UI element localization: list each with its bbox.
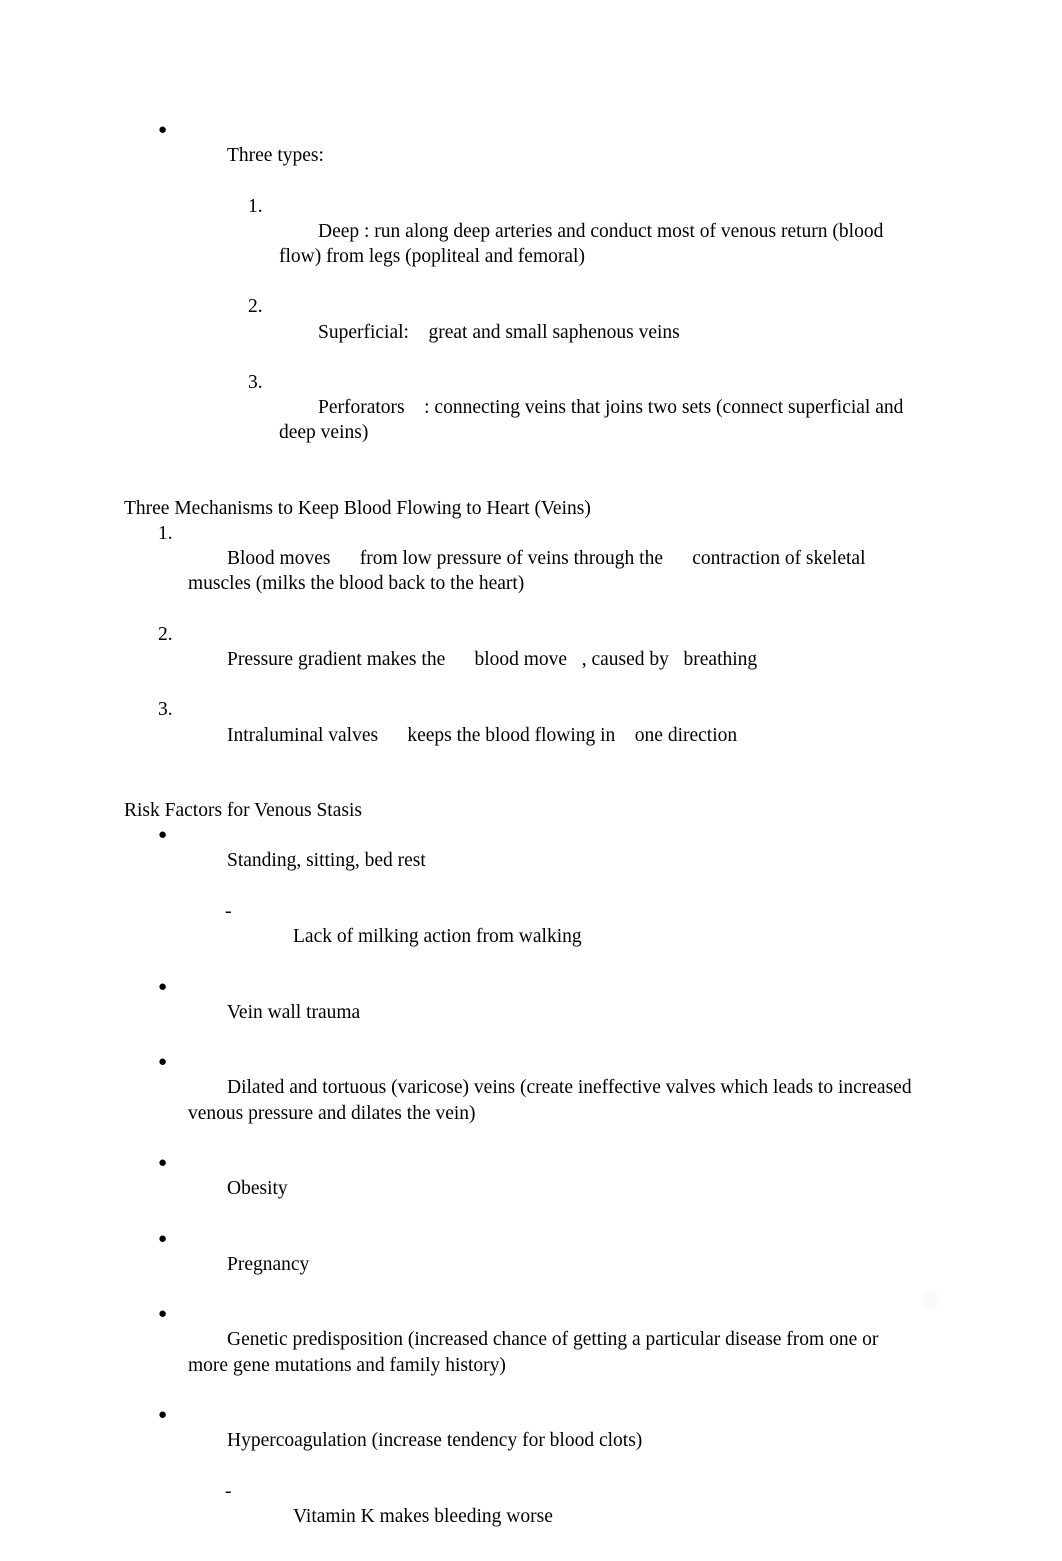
list-item: ● Vein wall trauma [124,975,914,1051]
bullet-icon: ● [158,1154,168,1171]
list-item-text: Vitamin K makes bleeding worse [293,1505,553,1527]
list-item: ● Genetic predisposition (increased chanc… [124,1302,914,1403]
section-heading-three-mechanisms: Three Mechanisms to Keep Blood Flowing t… [124,497,591,519]
bullet-icon: ● [158,827,168,844]
dash-icon: - [225,1480,232,1502]
list-item-text: Superficial: great and small saphenous v… [318,321,680,343]
list-item: 3. Perforators : connecting veins that jo… [124,370,914,471]
list-item-text: Blood moves from low pressure of veins t… [188,548,871,595]
list-item: 2. Pressure gradient makes the blood move… [124,622,914,698]
page-content: ● Three types: 1. Deep : run along deep ar… [124,118,914,1561]
list-marker: 3. [248,372,263,394]
list-item: ● Standing, sitting, bed rest [124,823,914,899]
list-marker: 1. [158,523,173,545]
list-item: ● Hypercoagulation (increase tendency for… [124,1403,914,1479]
list-item: ● Obesity [124,1151,914,1227]
section-heading-risk-factors: Risk Factors for Venous Stasis [124,800,362,822]
document-page: ● Three types: 1. Deep : run along deep ar… [0,0,1062,1561]
list-item: ● Dilated and tortuous (varicose) veins (… [124,1050,914,1151]
list-item-text: Genetic predisposition (increased chance… [188,1329,884,1376]
list-marker: 2. [158,623,173,645]
list-item-text: Perforators : connecting veins that join… [279,397,909,444]
list-marker: 1. [248,195,263,217]
list-item-text: Pressure gradient makes the blood move ,… [227,649,758,671]
list-item-text: Deep : run along deep arteries and condu… [279,220,889,268]
list-item: 1. Blood moves from low pressure of veins… [124,521,914,622]
list-item: 2. Superficial: great and small saphenous… [124,294,914,370]
list-item: 3. Intraluminal valves keeps the blood fl… [124,697,914,773]
list-item-text: Intraluminal valves keeps the blood flow… [227,724,738,746]
list-item-text: Pregnancy [227,1253,310,1275]
list-item: ● Three types: [124,118,914,194]
section-risk-factors-list: ● Standing, sitting, bed rest - Lack of mi… [124,823,914,1554]
list-item-text: Standing, sitting, bed rest [227,850,426,872]
bullet-icon: ● [158,1406,168,1423]
list-item: - Lack of milking action from walking [124,899,914,975]
bullet-icon: ● [158,1306,168,1323]
list-item-text: Three types: [227,145,324,167]
list-item-text: Vein wall trauma [227,1001,361,1023]
page-number: 4 [925,1290,935,1311]
dash-icon: - [225,900,232,922]
list-item: - Vitamin K makes bleeding worse [124,1479,914,1555]
bullet-icon: ● [158,122,168,138]
list-item: 1. Deep : run along deep arteries and con… [124,194,914,295]
list-item-text: Lack of milking action from walking [293,926,582,948]
bullet-icon: ● [158,1230,168,1247]
list-marker: 3. [158,699,173,721]
section-three-types: ● Three types: [124,118,914,194]
bullet-icon: ● [158,1054,168,1071]
list-marker: 2. [248,296,263,318]
list-item: ● Pregnancy [124,1227,914,1303]
section-three-types-sublist: 1. Deep : run along deep arteries and con… [124,194,914,471]
list-item-text: Dilated and tortuous (varicose) veins (c… [188,1077,917,1124]
list-item-text: Hypercoagulation (increase tendency for … [227,1430,643,1452]
section-three-mechanisms-list: 1. Blood moves from low pressure of veins… [124,521,914,773]
list-item-text: Obesity [227,1178,288,1200]
bullet-icon: ● [158,978,168,995]
